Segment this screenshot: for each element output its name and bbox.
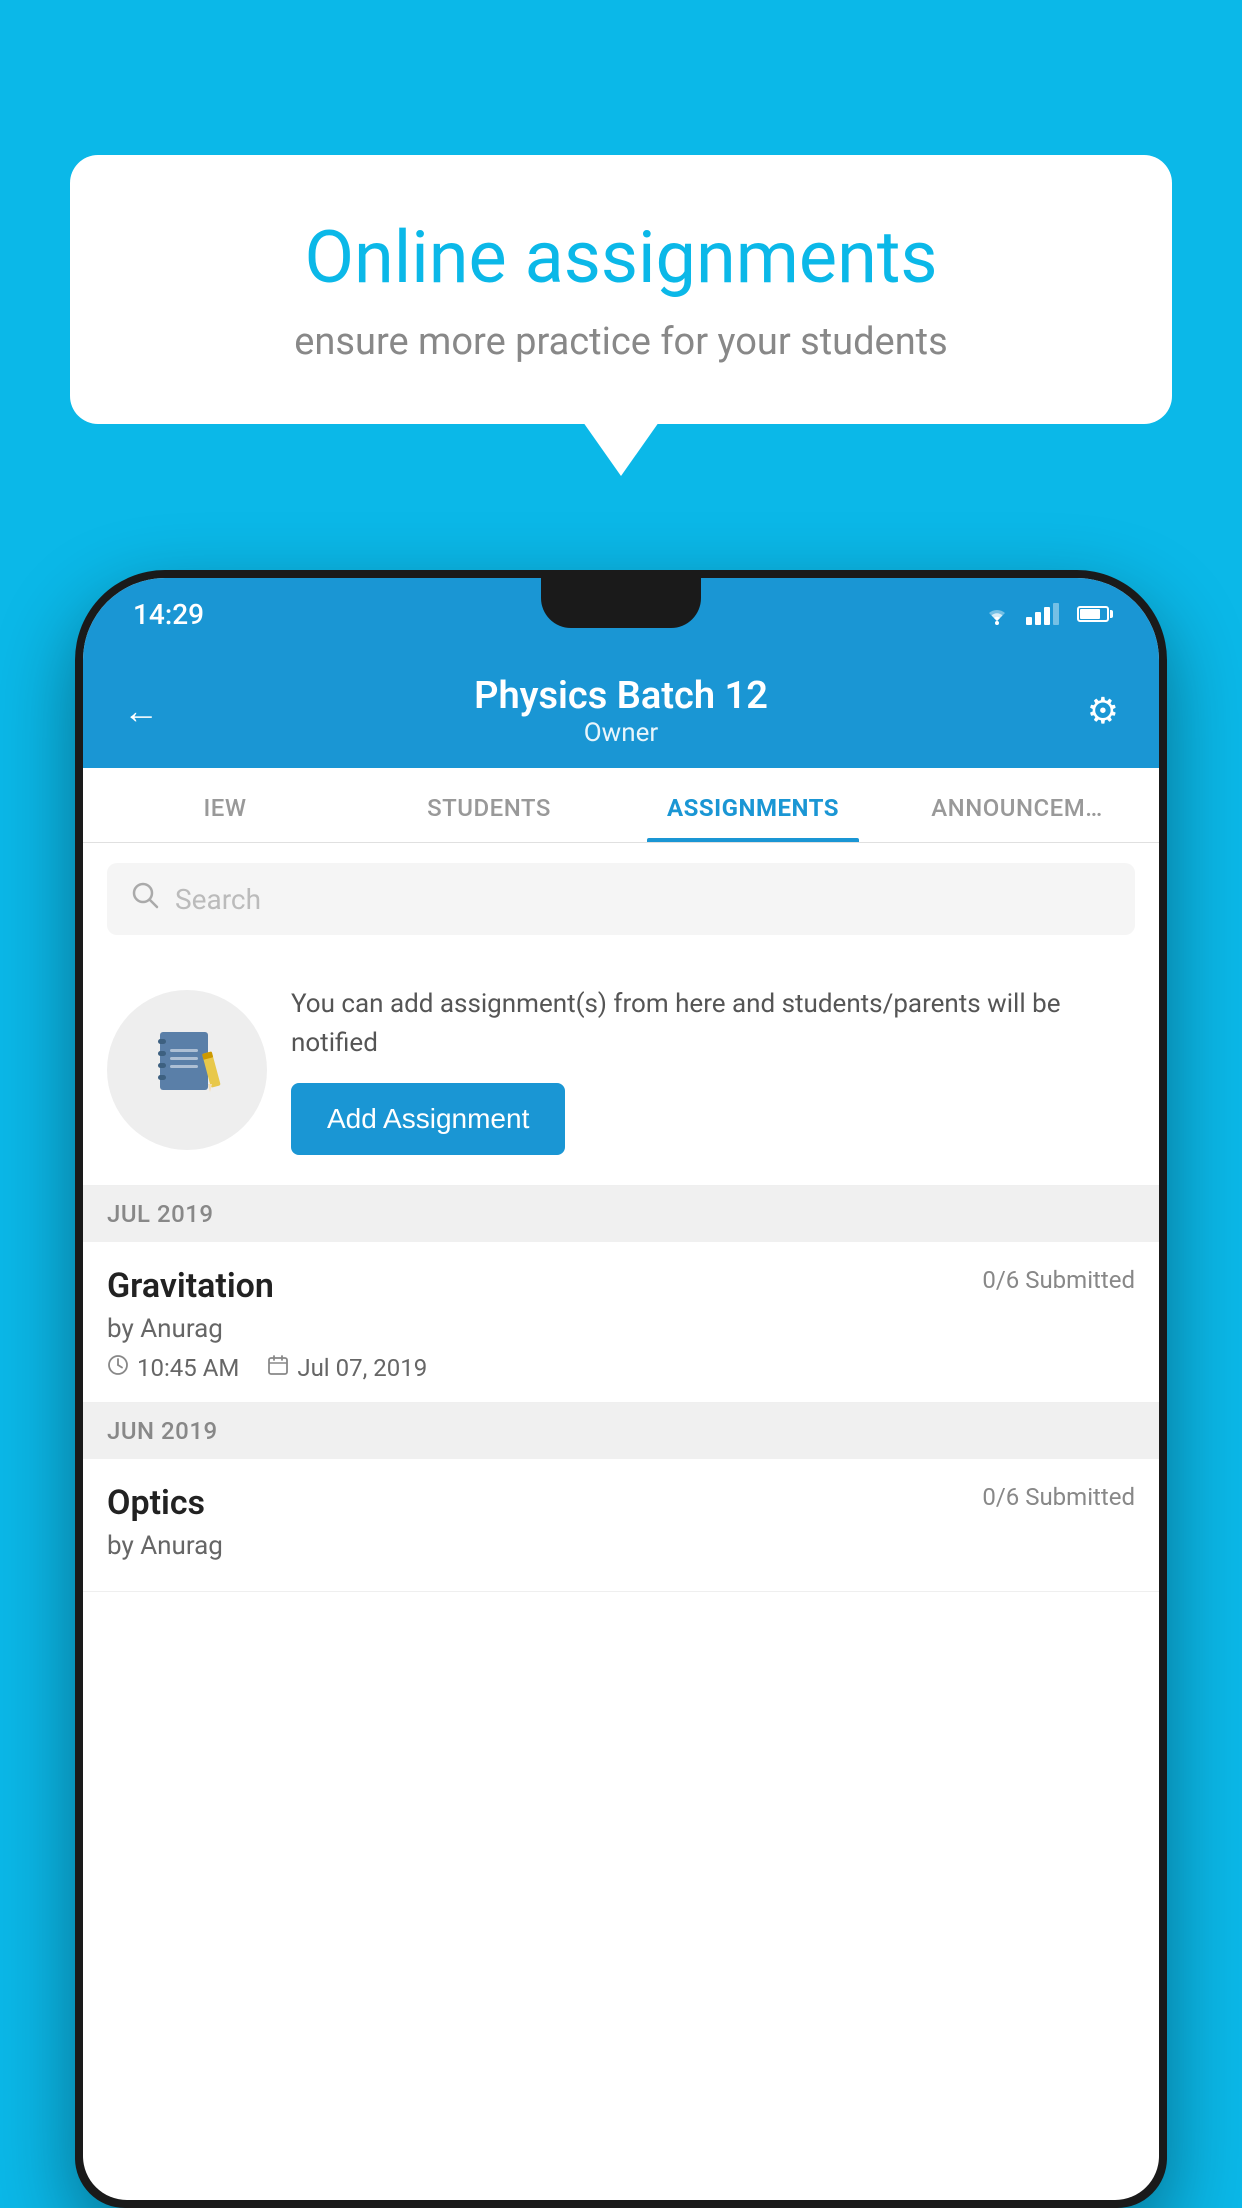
assignment-time: 10:45 AM <box>137 1354 239 1382</box>
search-bar[interactable]: Search <box>107 863 1135 935</box>
assignment-date: Jul 07, 2019 <box>297 1354 427 1382</box>
meta-date: Jul 07, 2019 <box>267 1354 427 1382</box>
header-center: Physics Batch 12 Owner <box>474 674 768 748</box>
content-area: Search <box>83 843 1159 1592</box>
calendar-icon <box>267 1354 289 1382</box>
settings-button[interactable]: ⚙ <box>1059 690 1119 732</box>
status-time: 14:29 <box>133 598 204 631</box>
tabs-container: IEW STUDENTS ASSIGNMENTS ANNOUNCEM… <box>83 768 1159 843</box>
speech-bubble-subtitle: ensure more practice for your students <box>140 320 1102 364</box>
tab-assignments[interactable]: ASSIGNMENTS <box>621 768 885 842</box>
app-header: ← Physics Batch 12 Owner ⚙ <box>83 650 1159 768</box>
assignment-submitted-optics: 0/6 Submitted <box>982 1483 1135 1511</box>
tab-announcements[interactable]: ANNOUNCEM… <box>885 768 1149 842</box>
meta-time: 10:45 AM <box>107 1354 239 1382</box>
assignment-name-optics: Optics <box>107 1483 205 1523</box>
assignment-name: Gravitation <box>107 1266 274 1306</box>
header-subtitle: Owner <box>474 718 768 748</box>
phone-notch <box>541 578 701 628</box>
assignment-item-optics[interactable]: Optics 0/6 Submitted by Anurag <box>83 1459 1159 1592</box>
section-header-jul: JUL 2019 <box>83 1186 1159 1242</box>
status-icons <box>982 603 1109 625</box>
promo-content: You can add assignment(s) from here and … <box>291 985 1135 1155</box>
wifi-icon <box>982 603 1012 625</box>
assignment-submitted: 0/6 Submitted <box>982 1266 1135 1294</box>
speech-bubble-title: Online assignments <box>140 215 1102 300</box>
assignment-item-top: Gravitation 0/6 Submitted <box>107 1266 1135 1306</box>
section-header-jun: JUN 2019 <box>83 1403 1159 1459</box>
assignment-meta: 10:45 AM Jul 07, 2019 <box>107 1354 1135 1382</box>
signal-icon <box>1026 603 1059 625</box>
tab-iew[interactable]: IEW <box>93 768 357 842</box>
assignment-item-top-optics: Optics 0/6 Submitted <box>107 1483 1135 1523</box>
search-container: Search <box>83 843 1159 955</box>
notebook-icon <box>150 1024 225 1117</box>
add-assignment-button[interactable]: Add Assignment <box>291 1083 565 1155</box>
assignment-item-gravitation[interactable]: Gravitation 0/6 Submitted by Anurag <box>83 1242 1159 1403</box>
battery-icon <box>1077 606 1109 622</box>
search-icon <box>131 881 159 917</box>
promo-icon-circle <box>107 990 267 1150</box>
search-placeholder: Search <box>175 883 261 916</box>
tab-students[interactable]: STUDENTS <box>357 768 621 842</box>
promo-description: You can add assignment(s) from here and … <box>291 985 1135 1063</box>
assignment-by-optics: by Anurag <box>107 1531 1135 1561</box>
speech-bubble: Online assignments ensure more practice … <box>70 155 1172 424</box>
assignment-by: by Anurag <box>107 1314 1135 1344</box>
clock-icon <box>107 1354 129 1382</box>
header-title: Physics Batch 12 <box>474 674 768 718</box>
speech-bubble-container: Online assignments ensure more practice … <box>70 155 1172 424</box>
back-button[interactable]: ← <box>123 690 183 732</box>
phone-frame: 14:29 <box>75 570 1167 2208</box>
phone-inner: 14:29 <box>83 578 1159 2200</box>
assignment-promo: You can add assignment(s) from here and … <box>83 955 1159 1186</box>
